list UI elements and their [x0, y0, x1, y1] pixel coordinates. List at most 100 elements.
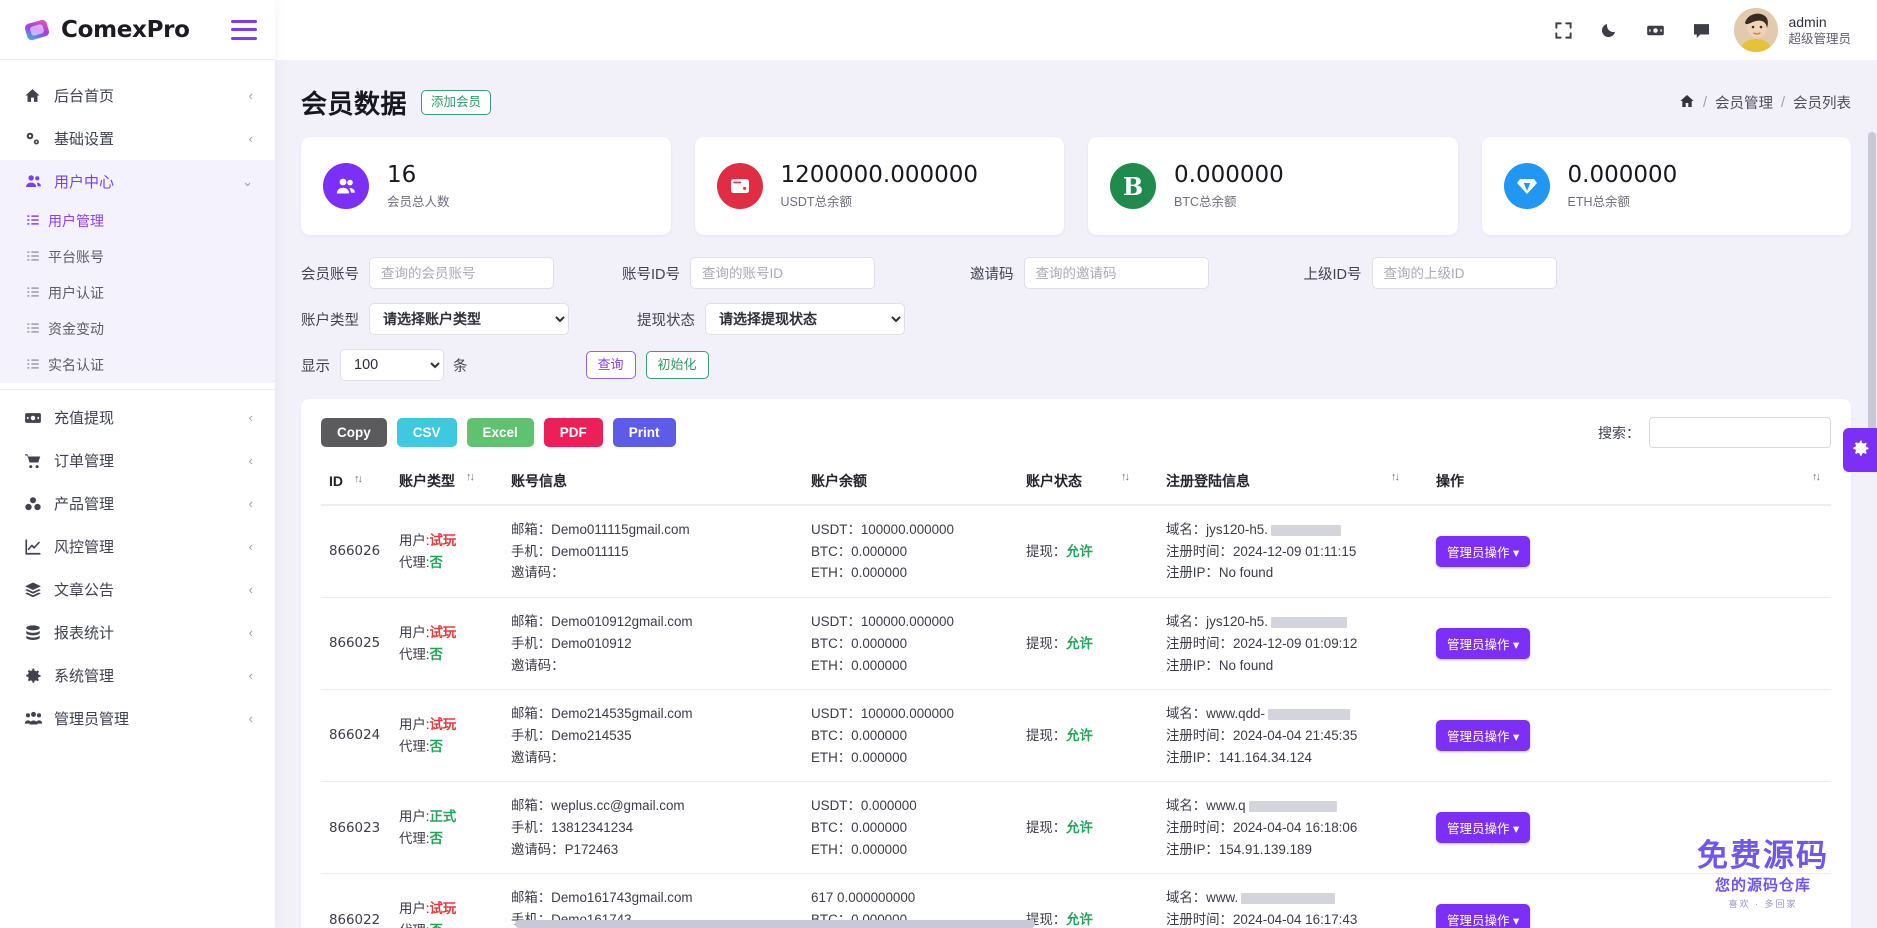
sidebar-item-user-management[interactable]: 用户管理	[0, 203, 275, 239]
search-input-member-account[interactable]	[369, 257, 554, 289]
th-account-state[interactable]: 账户状态 ↑↓	[1018, 462, 1158, 506]
search-input-parent-id[interactable]	[1371, 257, 1557, 289]
csv-button[interactable]: CSV	[396, 418, 457, 447]
sidebar-item-system-management[interactable]: 系统管理 ‹	[0, 654, 275, 697]
chevron-left-icon: ‹	[248, 453, 253, 468]
sort-icon[interactable]: ↑↓	[354, 473, 363, 485]
stat-card-btc: B 0.000000 BTC总余额	[1088, 137, 1458, 235]
domain-value: www.qdd-	[1206, 706, 1265, 722]
select-account-type[interactable]: 请选择账户类型	[369, 303, 569, 335]
sort-icon[interactable]: ↑↓	[466, 471, 475, 483]
cell-register-info: 域名：www.q 注册时间：2024-04-04 16:18:06 注册IP：154…	[1158, 781, 1428, 875]
sidebar-item-order-management[interactable]: 订单管理 ‹	[0, 439, 275, 482]
money-icon	[24, 409, 48, 427]
user-meta: admin 超级管理员	[1788, 13, 1851, 48]
pdf-button[interactable]: PDF	[543, 418, 603, 447]
table-row: 866024 用户:试玩 代理:否 邮箱：Demo214535gmail.com 手机：…	[321, 689, 1831, 783]
stat-value: 1200000.000000	[780, 161, 979, 188]
usdt-value: 100000.000000	[860, 614, 954, 630]
email-value: Demo010912gmail.com	[551, 614, 693, 630]
settings-panel-toggle[interactable]	[1843, 428, 1877, 472]
member-id: 866023	[329, 820, 381, 836]
home-icon[interactable]	[1679, 93, 1695, 113]
select-page-size[interactable]: 100	[340, 349, 444, 381]
th-register-info[interactable]: 注册登陆信息 ↑↓	[1158, 462, 1428, 506]
th-account-type[interactable]: 账户类型 ↑↓	[391, 462, 503, 506]
sort-icon[interactable]: ↑↓	[1391, 471, 1400, 483]
list-icon	[26, 285, 48, 302]
th-action[interactable]: 操作 ↑↓	[1428, 462, 1831, 506]
th-account-info[interactable]: 账号信息	[503, 462, 803, 506]
page-head: 会员数据 添加会员 / 会员管理 / 会员列表	[301, 78, 1851, 137]
search-input-account-id[interactable]	[690, 257, 875, 289]
filter-label: 账号ID号	[622, 266, 680, 283]
search-input-invite-code[interactable]	[1023, 257, 1209, 289]
chevron-left-icon: ‹	[248, 496, 253, 511]
copy-button[interactable]: Copy	[321, 418, 387, 447]
excel-button[interactable]: Excel	[466, 418, 534, 447]
hamburger-icon[interactable]	[231, 19, 257, 40]
select-withdraw-state[interactable]: 请选择提现状态	[705, 303, 905, 335]
sidebar-item-recharge-withdraw[interactable]: 充值提现 ‹	[0, 396, 275, 439]
sidebar-item-user-auth[interactable]: 用户认证	[0, 275, 275, 311]
moon-icon[interactable]	[1586, 7, 1632, 53]
domain-row: 域名：jys120-h5.	[1166, 614, 1347, 629]
th-label: 账户类型	[399, 473, 455, 489]
withdraw-value: 允许	[1066, 543, 1093, 559]
email-value: Demo161743gmail.com	[551, 890, 693, 906]
sort-icon[interactable]: ↑↓	[1812, 471, 1821, 483]
chat-icon[interactable]	[1678, 7, 1724, 53]
sidebar-item-dashboard[interactable]: 后台首页 ‹	[0, 74, 275, 117]
cubes-icon	[24, 495, 48, 513]
sidebar-item-risk-management[interactable]: 风控管理 ‹	[0, 525, 275, 568]
sidebar-item-platform-account[interactable]: 平台账号	[0, 239, 275, 275]
table-search-input[interactable]	[1649, 417, 1831, 448]
cell-id: 866024	[321, 689, 391, 783]
sidebar-item-admin-management[interactable]: 管理员管理 ‹	[0, 697, 275, 740]
admin-action-button[interactable]: 管理员操作 ▾	[1436, 812, 1531, 844]
add-member-button[interactable]: 添加会员	[421, 90, 492, 115]
vertical-scrollbar[interactable]	[1868, 122, 1876, 928]
fullscreen-icon[interactable]	[1540, 7, 1586, 53]
domain-value: www.q	[1206, 798, 1246, 814]
admin-action-button[interactable]: 管理员操作 ▾	[1436, 628, 1531, 660]
redacted-text	[1248, 801, 1337, 813]
sidebar-item-user-center[interactable]: 用户中心 ⌄	[0, 160, 275, 203]
btc-row: BTC：0.000000	[811, 727, 908, 743]
query-button[interactable]: 查询	[585, 350, 636, 380]
sidebar-item-reports[interactable]: 报表统计 ‹	[0, 611, 275, 654]
filter-parent-id: 上级ID号	[1304, 257, 1557, 289]
reset-button[interactable]: 初始化	[645, 350, 709, 380]
cell-action: 管理员操作 ▾	[1428, 505, 1831, 599]
print-button[interactable]: Print	[612, 418, 676, 447]
sidebar-item-fund-change[interactable]: 资金变动	[0, 311, 275, 347]
admin-action-button[interactable]: 管理员操作 ▾	[1436, 536, 1531, 568]
admin-action-button[interactable]: 管理员操作 ▾	[1436, 720, 1531, 752]
cell-account-type: 用户:试玩代理:否	[391, 689, 503, 783]
breadcrumb: / 会员管理 / 会员列表	[1679, 92, 1851, 113]
stat-card-usdt: 1200000.000000 USDT总余额	[694, 137, 1064, 235]
regtime-row: 注册时间：2024-04-04 16:18:06	[1166, 820, 1358, 836]
banknote-icon[interactable]	[1632, 7, 1678, 53]
filter-row-3: 显示 100 条 查询 初始化	[301, 349, 1851, 381]
sidebar-item-product-management[interactable]: 产品管理 ‹	[0, 482, 275, 525]
breadcrumb-item-member-list[interactable]: 会员列表	[1793, 92, 1851, 113]
stat-value: 0.000000	[1567, 161, 1678, 188]
sidebar-item-basic-settings[interactable]: 基础设置 ‹	[0, 117, 275, 160]
user-profile[interactable]: admin 超级管理员	[1734, 8, 1851, 52]
user-group-icon	[24, 709, 48, 728]
cell-account-balance: USDT：100000.000000 BTC：0.000000 ETH：0.0000…	[803, 597, 1018, 691]
breadcrumb-item-member-management[interactable]: 会员管理	[1715, 92, 1773, 113]
redacted-text	[1270, 524, 1341, 536]
th-account-balance[interactable]: 账户余额	[803, 462, 1018, 506]
cell-account-state: 提现：允许	[1018, 505, 1158, 599]
regtime-value: 2024-04-04 16:18:06	[1232, 820, 1358, 836]
sort-icon[interactable]: ↑↓	[1121, 471, 1130, 483]
user-type-value: 正式	[429, 809, 457, 825]
cell-account-type: 用户:试玩代理:否	[391, 505, 503, 599]
sidebar-item-articles[interactable]: 文章公告 ‹	[0, 568, 275, 611]
filter-form: 会员账号 账号ID号 邀请码	[301, 257, 1851, 381]
sidebar-item-realname-auth[interactable]: 实名认证	[0, 347, 275, 383]
th-id[interactable]: ID ↑↓	[321, 462, 391, 506]
horizontal-scrollbar[interactable]	[275, 920, 1867, 928]
